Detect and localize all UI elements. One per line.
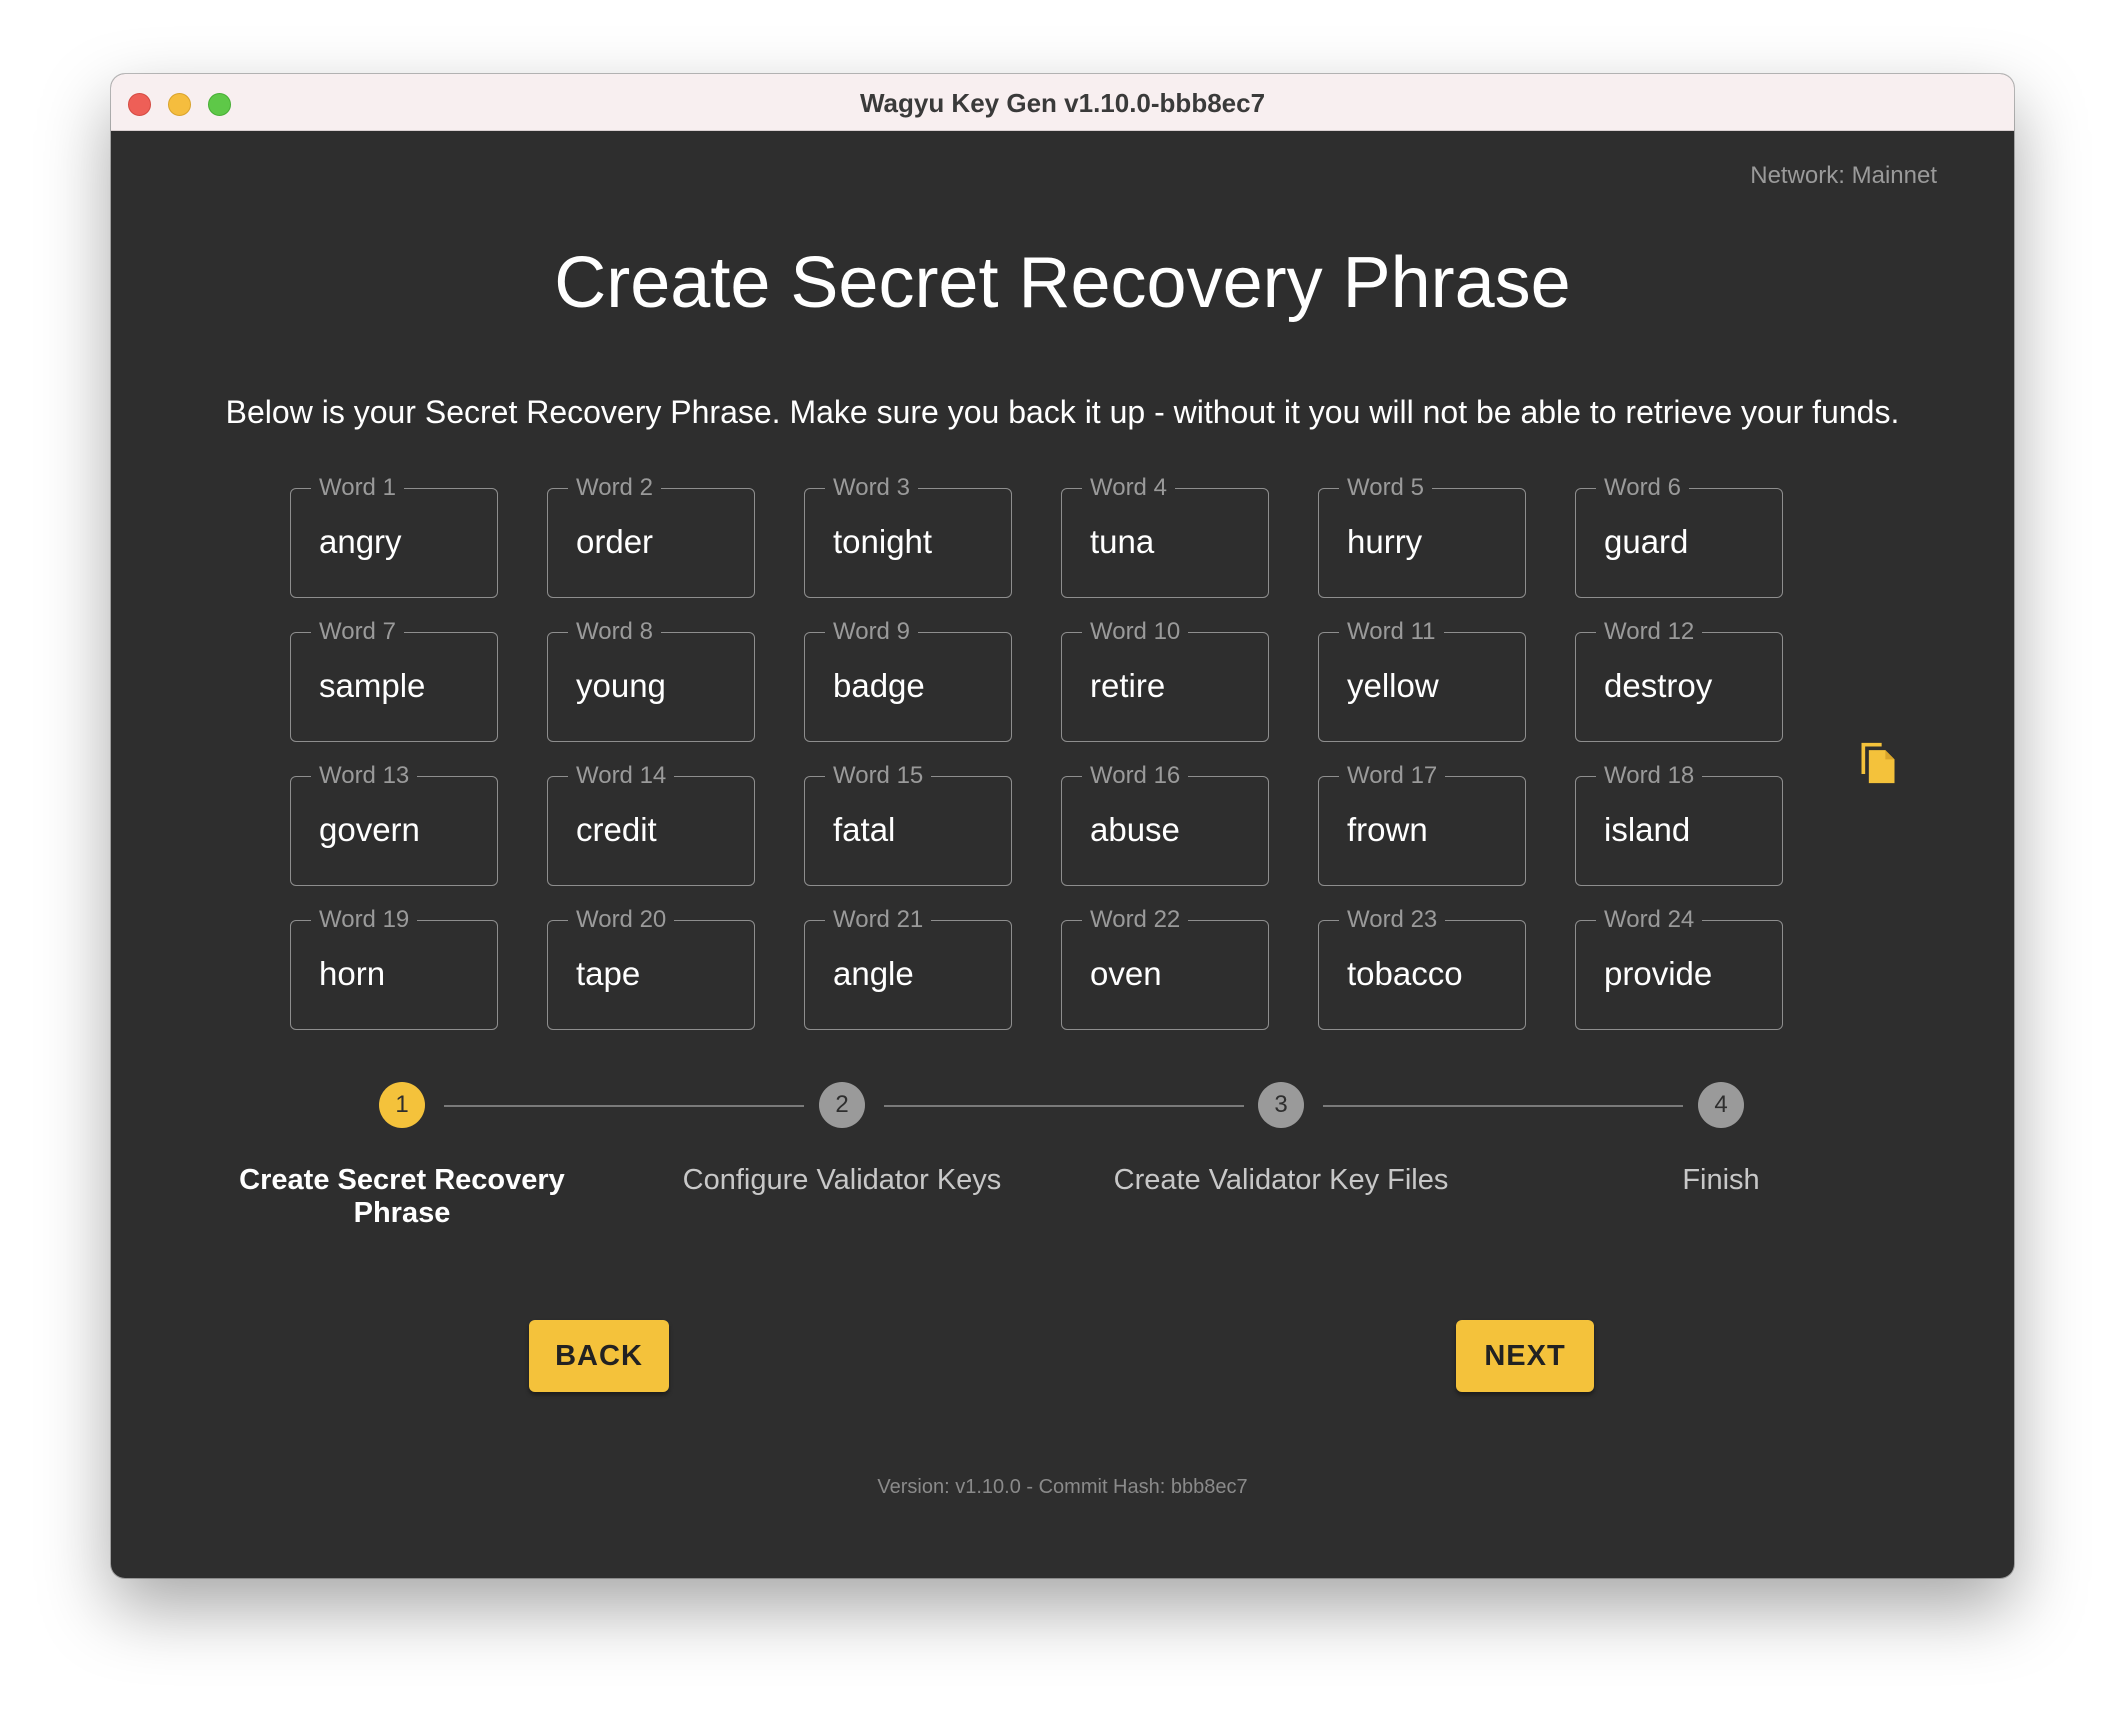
title-bar: Wagyu Key Gen v1.10.0-bbb8ec7	[111, 74, 2014, 131]
word-field[interactable]: Word 10 retire	[1061, 617, 1269, 742]
next-button[interactable]: NEXT	[1456, 1320, 1594, 1392]
word-value: destroy	[1604, 667, 1713, 704]
word-label: Word 2	[568, 473, 661, 503]
word-value: tonight	[833, 523, 933, 560]
word-field[interactable]: Word 5 hurry	[1318, 473, 1526, 598]
word-label: Word 10	[1082, 617, 1189, 647]
word-value: provide	[1604, 955, 1713, 992]
word-label: Word 3	[825, 473, 918, 503]
word-label: Word 16	[1082, 761, 1189, 791]
word-value: abuse	[1090, 811, 1180, 848]
copy-icon[interactable]	[1856, 739, 1900, 787]
word-value: hurry	[1347, 523, 1423, 560]
word-value: horn	[319, 955, 386, 992]
word-field[interactable]: Word 23 tobacco	[1318, 905, 1526, 1030]
word-label: Word 11	[1339, 617, 1444, 647]
word-field[interactable]: Word 14 credit	[547, 761, 755, 886]
word-label: Word 22	[1082, 905, 1189, 935]
word-field[interactable]: Word 4 tuna	[1061, 473, 1269, 598]
word-field[interactable]: Word 18 island	[1575, 761, 1783, 886]
word-value: fatal	[833, 811, 896, 848]
word-field[interactable]: Word 6 guard	[1575, 473, 1783, 598]
word-field[interactable]: Word 12 destroy	[1575, 617, 1783, 742]
word-value: credit	[576, 811, 657, 848]
step-connector	[444, 1105, 804, 1107]
word-label: Word 13	[311, 761, 418, 791]
word-label: Word 6	[1596, 473, 1689, 503]
word-label: Word 14	[568, 761, 675, 791]
word-value: govern	[319, 811, 420, 848]
word-value: retire	[1090, 667, 1166, 704]
word-field[interactable]: Word 7 sample	[290, 617, 498, 742]
word-label: Word 19	[311, 905, 418, 935]
word-field[interactable]: Word 22 oven	[1061, 905, 1269, 1030]
word-value: angry	[319, 523, 402, 560]
word-field[interactable]: Word 9 badge	[804, 617, 1012, 742]
word-label: Word 5	[1339, 473, 1432, 503]
page-description: Below is your Secret Recovery Phrase. Ma…	[225, 394, 1900, 430]
word-field[interactable]: Word 24 provide	[1575, 905, 1783, 1030]
step-1-label: Create Secret Recovery Phrase	[239, 1164, 565, 1229]
step-connector	[884, 1105, 1244, 1107]
app-window: Wagyu Key Gen v1.10.0-bbb8ec7 Network: M…	[111, 74, 2014, 1578]
word-field[interactable]: Word 1 angry	[290, 473, 498, 598]
step-4-indicator: 4	[1698, 1082, 1744, 1128]
word-label: Word 1	[311, 473, 404, 503]
word-field[interactable]: Word 8 young	[547, 617, 755, 742]
word-value: angle	[833, 955, 914, 992]
word-label: Word 12	[1596, 617, 1703, 647]
word-value: order	[576, 523, 654, 560]
word-value: yellow	[1347, 667, 1439, 704]
word-value: badge	[833, 667, 925, 704]
word-value: oven	[1090, 955, 1162, 992]
step-2-label: Configure Validator Keys	[682, 1164, 1002, 1196]
word-label: Word 23	[1339, 905, 1446, 935]
word-value: young	[576, 667, 666, 704]
word-value: island	[1604, 811, 1691, 848]
word-label: Word 15	[825, 761, 932, 791]
word-label: Word 7	[311, 617, 404, 647]
page-title: Create Secret Recovery Phrase	[554, 243, 1571, 323]
network-indicator: Network: Mainnet	[1750, 162, 1937, 189]
word-label: Word 17	[1339, 761, 1446, 791]
step-connector	[1323, 1105, 1683, 1107]
word-field[interactable]: Word 21 angle	[804, 905, 1012, 1030]
word-field[interactable]: Word 13 govern	[290, 761, 498, 886]
word-value: frown	[1347, 811, 1428, 848]
step-1-indicator: 1	[379, 1082, 425, 1128]
word-value: guard	[1604, 523, 1689, 560]
word-field[interactable]: Word 3 tonight	[804, 473, 1012, 598]
word-field[interactable]: Word 20 tape	[547, 905, 755, 1030]
word-value: tape	[576, 955, 641, 992]
step-4-label: Finish	[1682, 1164, 1760, 1196]
back-button[interactable]: BACK	[529, 1320, 669, 1392]
word-label: Word 4	[1082, 473, 1175, 503]
word-field[interactable]: Word 11 yellow	[1318, 617, 1526, 742]
word-label: Word 8	[568, 617, 661, 647]
word-field[interactable]: Word 16 abuse	[1061, 761, 1269, 886]
step-3-label: Create Validator Key Files	[1113, 1164, 1449, 1196]
word-field[interactable]: Word 19 horn	[290, 905, 498, 1030]
word-label: Word 18	[1596, 761, 1703, 791]
word-value: tuna	[1090, 523, 1155, 560]
window-title: Wagyu Key Gen v1.10.0-bbb8ec7	[859, 88, 1266, 118]
word-field[interactable]: Word 15 fatal	[804, 761, 1012, 886]
version-footer: Version: v1.10.0 - Commit Hash: bbb8ec7	[877, 1476, 1248, 1498]
step-2-indicator: 2	[819, 1082, 865, 1128]
word-value: sample	[319, 667, 426, 704]
word-label: Word 21	[825, 905, 932, 935]
step-3-indicator: 3	[1258, 1082, 1304, 1128]
word-label: Word 9	[825, 617, 918, 647]
word-label: Word 24	[1596, 905, 1703, 935]
word-value: tobacco	[1347, 955, 1463, 992]
word-field[interactable]: Word 17 frown	[1318, 761, 1526, 886]
word-field[interactable]: Word 2 order	[547, 473, 755, 598]
word-label: Word 20	[568, 905, 675, 935]
